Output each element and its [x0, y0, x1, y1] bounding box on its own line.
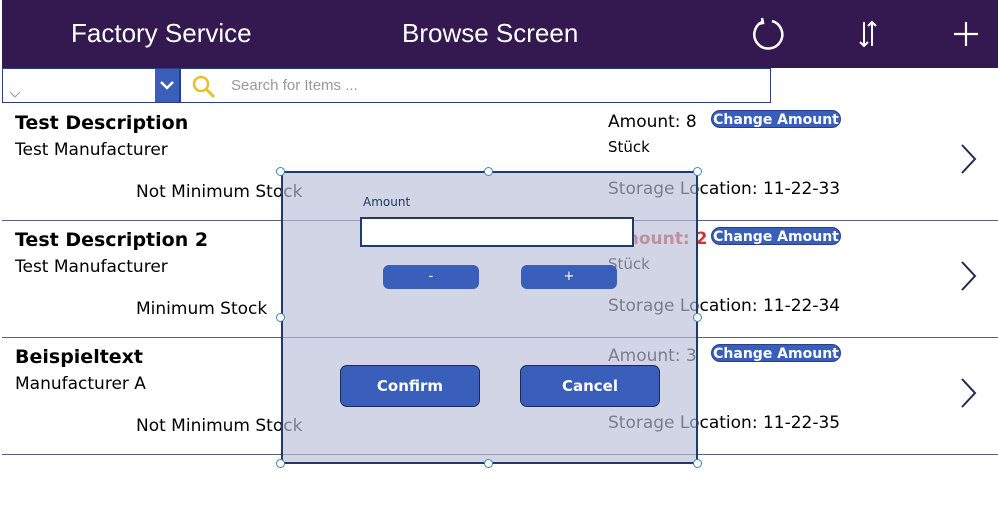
search-input[interactable]: Search for Items ...: [180, 68, 771, 103]
resize-handle[interactable]: [276, 313, 285, 322]
confirm-button[interactable]: Confirm: [340, 365, 480, 407]
amount-input[interactable]: [360, 217, 634, 247]
resize-handle[interactable]: [276, 167, 285, 176]
resize-handle[interactable]: [693, 167, 702, 176]
dropdown-button[interactable]: [155, 69, 179, 102]
chevron-down-icon: [160, 81, 174, 90]
change-amount-button[interactable]: Change Amount: [711, 344, 841, 362]
increment-button[interactable]: +: [521, 265, 617, 289]
item-manufacturer: Test Manufacturer: [15, 257, 168, 277]
change-amount-button[interactable]: Change Amount: [711, 110, 841, 128]
item-amount: Amount: 8: [608, 112, 697, 132]
app-title: Factory Service: [71, 18, 252, 48]
item-title: Beispieltext: [15, 346, 144, 368]
refresh-icon[interactable]: [750, 16, 786, 52]
item-manufacturer: Test Manufacturer: [15, 140, 168, 160]
search-placeholder: Search for Items ...: [231, 77, 358, 94]
resize-handle[interactable]: [484, 459, 493, 468]
resize-handle[interactable]: [276, 459, 285, 468]
amount-label: Amount: [363, 195, 411, 209]
search-icon: [192, 75, 216, 99]
chevron-right-icon[interactable]: [956, 376, 980, 410]
item-stock-status: Not Minimum Stock: [136, 182, 303, 202]
change-amount-dialog: Amount - + Confirm Cancel: [281, 171, 698, 464]
item-stock-status: Not Minimum Stock: [136, 416, 303, 436]
sort-icon[interactable]: [850, 16, 886, 52]
item-title: Test Description: [15, 112, 189, 134]
resize-handle[interactable]: [693, 313, 702, 322]
header-bar: Factory Service Browse Screen: [2, 0, 998, 68]
resize-handle[interactable]: [484, 167, 493, 176]
item-stock-status: Minimum Stock: [136, 299, 268, 319]
cancel-button[interactable]: Cancel: [520, 365, 660, 407]
chevron-right-icon[interactable]: [956, 259, 980, 293]
add-icon[interactable]: [948, 16, 984, 52]
chevron-right-icon[interactable]: [956, 142, 980, 176]
item-title: Test Description 2: [15, 229, 209, 251]
small-chevron-icon: [9, 91, 21, 98]
decrement-button[interactable]: -: [383, 265, 479, 289]
screen-title: Browse Screen: [402, 18, 579, 48]
item-manufacturer: Manufacturer A: [15, 374, 146, 394]
filter-dropdown[interactable]: [2, 68, 180, 103]
change-amount-button[interactable]: Change Amount: [711, 227, 841, 245]
item-unit: Stück: [608, 138, 650, 156]
resize-handle[interactable]: [693, 459, 702, 468]
